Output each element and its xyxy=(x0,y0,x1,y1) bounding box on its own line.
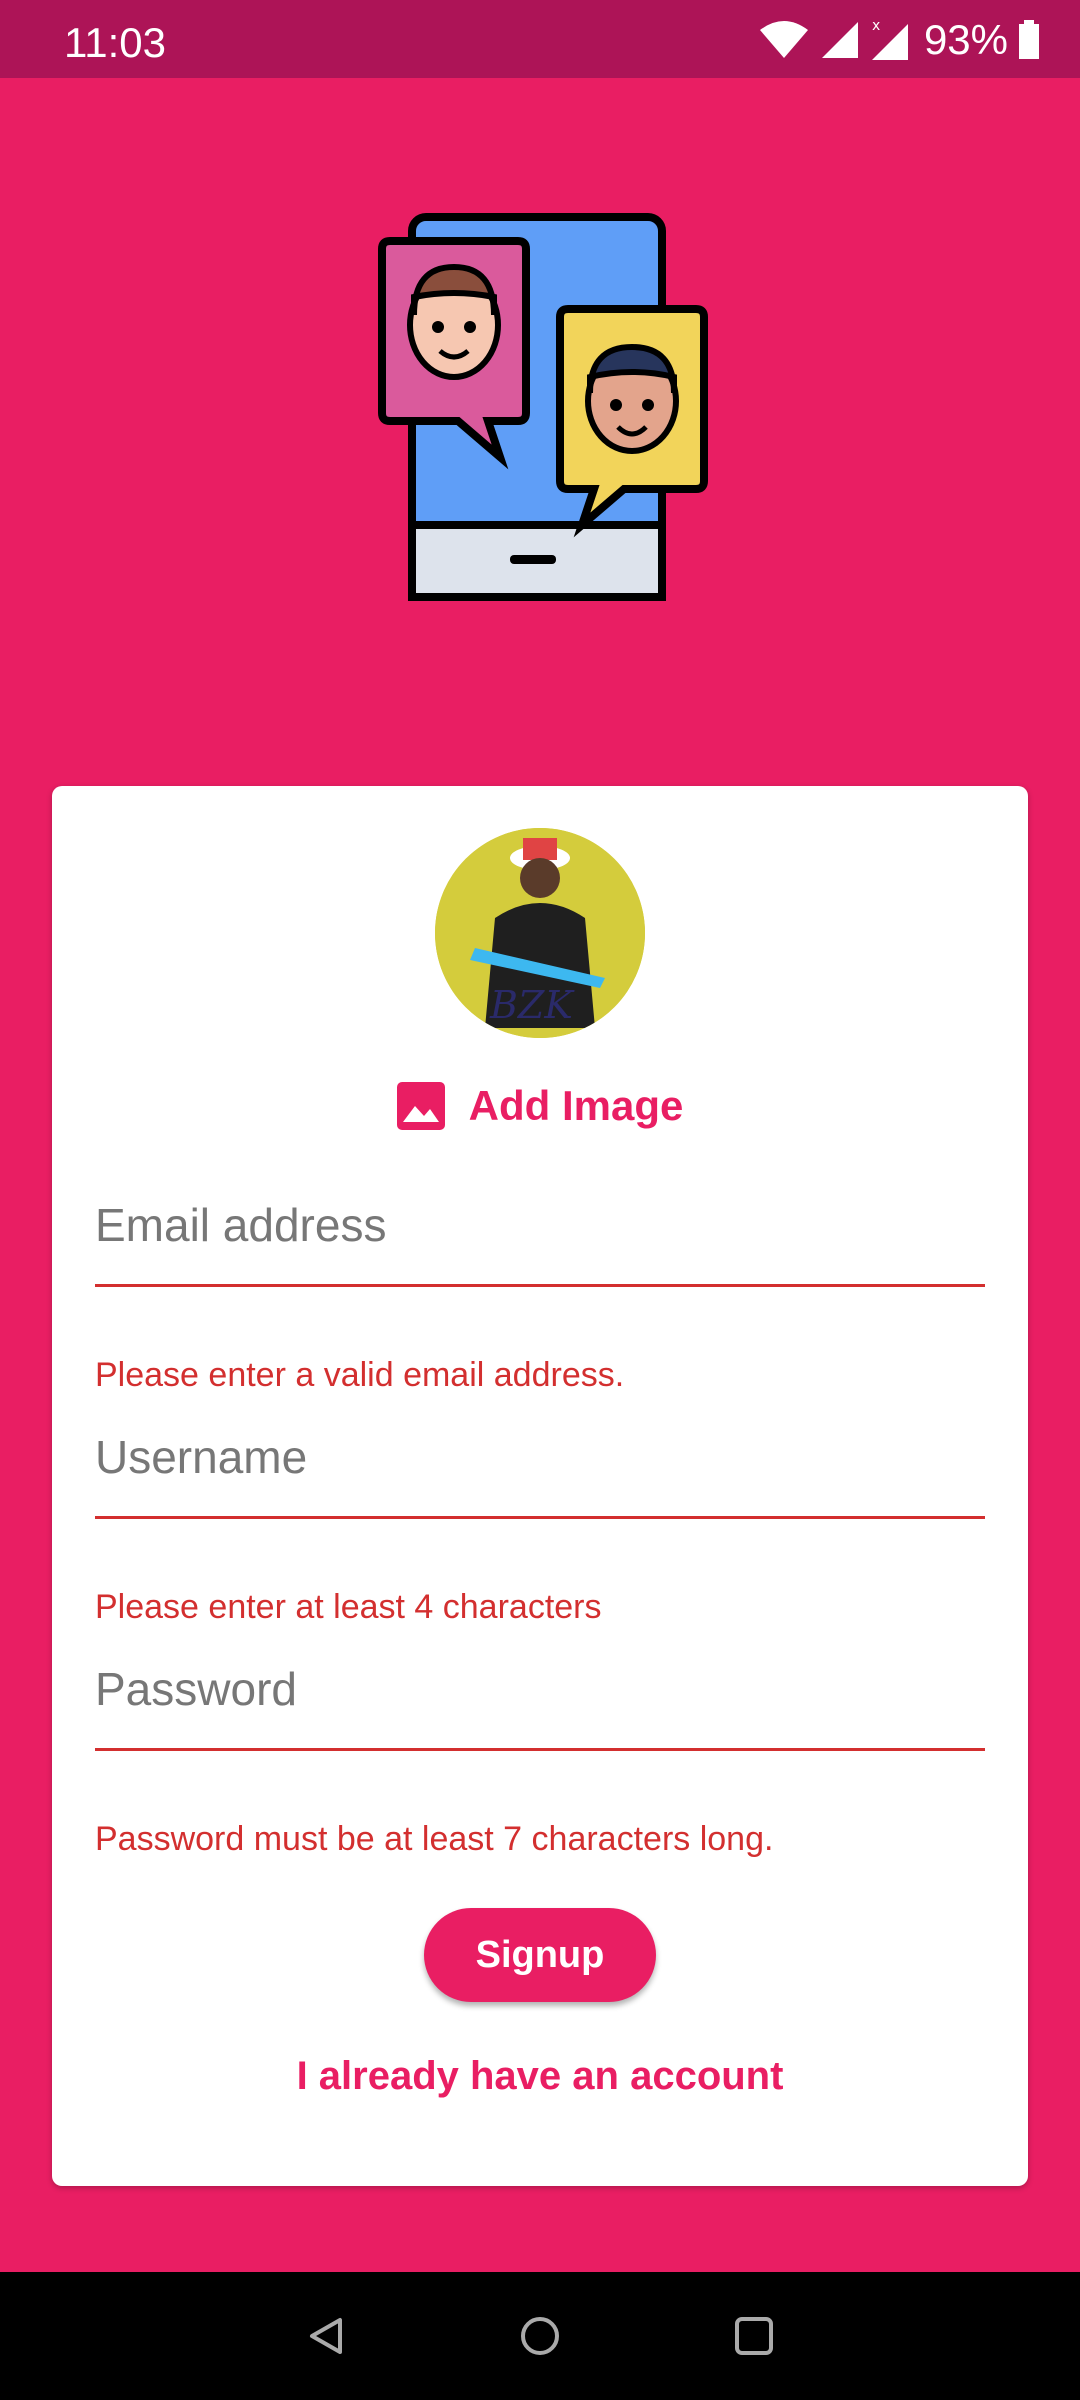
status-time: 11:03 xyxy=(64,19,166,66)
svg-text:x: x xyxy=(872,18,880,34)
battery-icon xyxy=(1019,20,1039,59)
wifi-icon xyxy=(759,21,808,58)
password-error: Password must be at least 7 characters l… xyxy=(95,1820,774,1858)
image-icon xyxy=(396,1082,445,1130)
svg-text:BZK: BZK xyxy=(489,983,575,1027)
signup-card: BZK Add Image Please enter a valid email… xyxy=(52,786,1028,2186)
home-icon[interactable] xyxy=(518,2314,562,2358)
back-icon[interactable] xyxy=(304,2314,348,2358)
chat-illustration xyxy=(378,213,708,601)
signal-icon xyxy=(821,22,858,58)
profile-avatar[interactable]: BZK xyxy=(435,828,645,1038)
password-input[interactable] xyxy=(95,1630,985,1748)
avatar-image: BZK xyxy=(435,828,645,1038)
navigation-bar xyxy=(0,2272,1080,2400)
login-link[interactable]: I already have an account xyxy=(52,2054,1028,2099)
status-icons: x 93% xyxy=(758,14,1040,66)
email-field[interactable] xyxy=(95,1166,985,1287)
password-field[interactable] xyxy=(95,1630,985,1751)
add-image-button[interactable]: Add Image xyxy=(52,1071,1028,1141)
add-image-label: Add Image xyxy=(468,1082,684,1129)
recents-icon[interactable] xyxy=(732,2314,776,2358)
signal-icon: x xyxy=(871,18,908,60)
username-error: Please enter at least 4 characters xyxy=(95,1588,602,1626)
battery-percentage: 93% xyxy=(923,16,1008,63)
username-input[interactable] xyxy=(95,1398,985,1516)
signup-button[interactable]: Signup xyxy=(424,1908,656,2002)
email-input[interactable] xyxy=(95,1166,985,1284)
username-field[interactable] xyxy=(95,1398,985,1519)
status-bar: 11:03 x 93% xyxy=(0,0,1080,78)
email-error: Please enter a valid email address. xyxy=(95,1356,625,1394)
